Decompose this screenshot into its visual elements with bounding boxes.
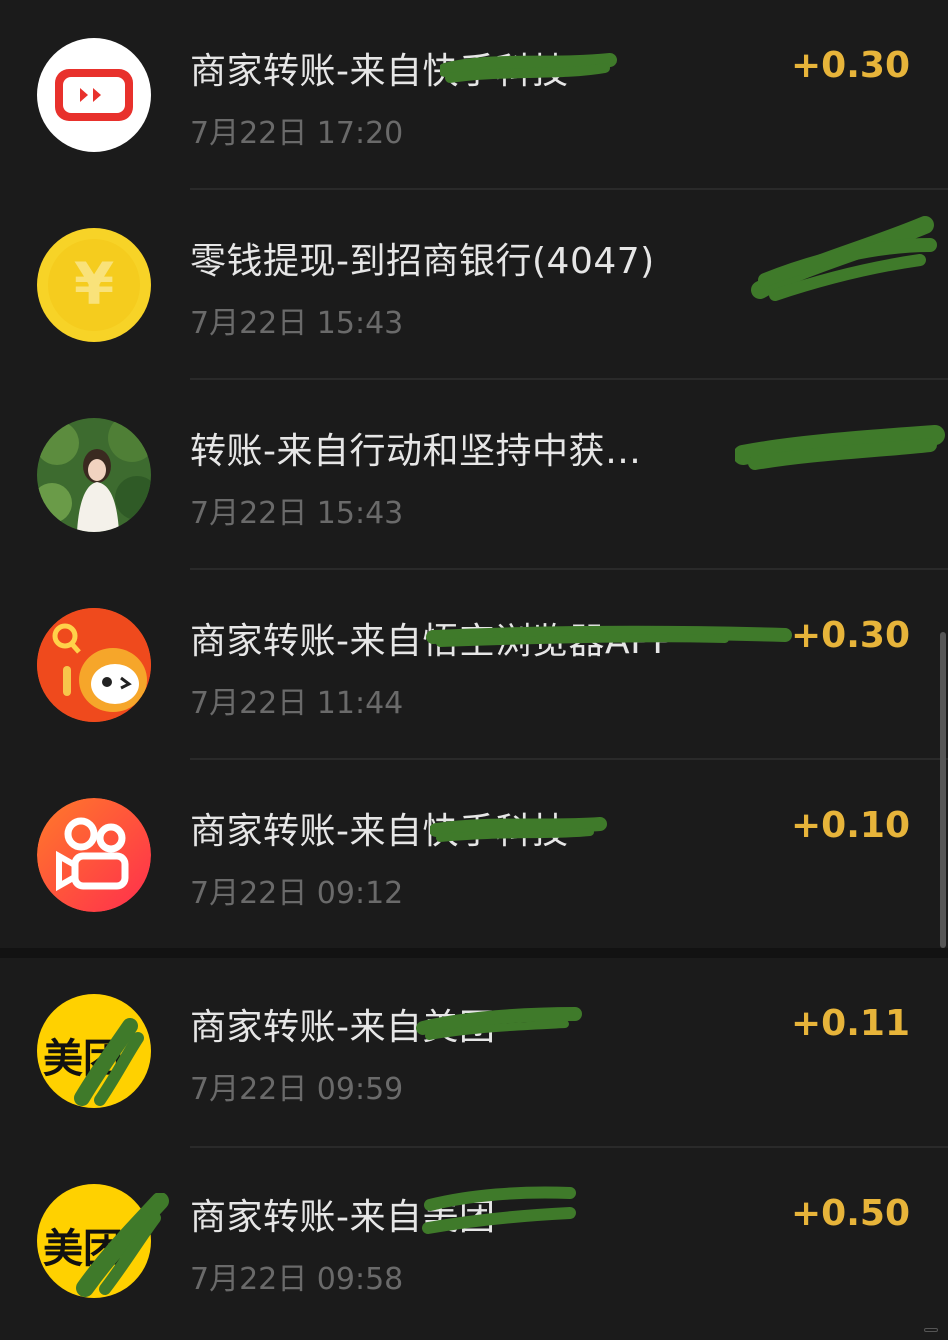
transaction-time: 7月22日 09:12 <box>190 876 404 911</box>
transaction-row[interactable]: 美团 商家转账-来自美团 7月22日 09:58 +0.50 <box>0 1148 948 1338</box>
yuan-coin-icon: ¥ <box>37 228 151 342</box>
transaction-row[interactable]: 商家转账-来自悟空浏览器APP 7月22日 11:44 +0.30 <box>0 570 948 760</box>
wukong-browser-icon <box>37 608 151 722</box>
transaction-title: 商家转账-来自快手科技 <box>190 51 569 92</box>
kuaishou-camera-icon <box>37 798 151 912</box>
section-separator <box>0 948 948 958</box>
transaction-row[interactable]: 商家转账-来自快手科技 7月22日 17:20 +0.30 <box>0 0 948 190</box>
meituan-icon: 美团 <box>37 994 151 1108</box>
transaction-amount: +0.30 <box>791 45 910 86</box>
transaction-title: 商家转账-来自美团 <box>190 1007 496 1048</box>
transaction-amount: +0.10 <box>791 805 910 846</box>
watermark-badge <box>924 1328 938 1332</box>
meituan-icon: 美团 <box>37 1184 151 1298</box>
user-photo-avatar <box>37 418 151 532</box>
transaction-title: 商家转账-来自美团 <box>190 1197 496 1238</box>
kuaishou-app-icon <box>37 38 151 152</box>
transaction-time: 7月22日 09:59 <box>190 1072 404 1107</box>
transaction-row[interactable]: 美团 商家转账-来自美团 7月22日 09:59 +0.11 <box>0 958 948 1148</box>
transaction-row[interactable]: ¥ 零钱提现-到招商银行(4047) 7月22日 15:43 <box>0 190 948 380</box>
transaction-amount: +0.30 <box>791 615 910 656</box>
transaction-time: 7月22日 15:43 <box>190 306 404 341</box>
transaction-row[interactable]: 转账-来自行动和坚持中获… 7月22日 15:43 <box>0 380 948 570</box>
transaction-title: 商家转账-来自悟空浏览器APP <box>190 621 675 662</box>
transaction-title: 商家转账-来自快手科技 <box>190 811 569 852</box>
transaction-time: 7月22日 17:20 <box>190 116 404 151</box>
transaction-title: 零钱提现-到招商银行(4047) <box>190 241 655 282</box>
scrollbar[interactable] <box>940 632 946 948</box>
transaction-amount: +0.50 <box>791 1193 910 1234</box>
transaction-time: 7月22日 11:44 <box>190 686 404 721</box>
transaction-title: 转账-来自行动和坚持中获… <box>190 431 642 472</box>
meituan-logo-text: 美团 <box>43 1036 123 1082</box>
redaction-mark <box>735 425 945 470</box>
transaction-amount: +0.11 <box>791 1003 910 1044</box>
transaction-time: 7月22日 15:43 <box>190 496 404 531</box>
meituan-logo-text: 美团 <box>43 1226 123 1272</box>
transaction-time: 7月22日 09:58 <box>190 1262 404 1297</box>
redaction-mark <box>751 216 937 301</box>
transaction-row[interactable]: 商家转账-来自快手科技 7月22日 09:12 +0.10 <box>0 760 948 950</box>
yuan-symbol: ¥ <box>73 250 115 318</box>
